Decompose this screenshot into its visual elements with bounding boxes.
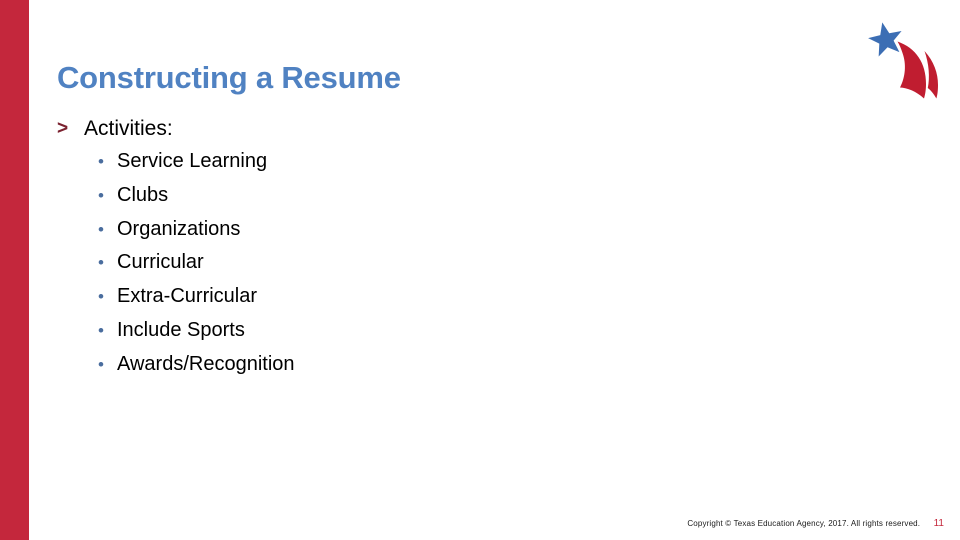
star-icon	[868, 22, 902, 57]
swoosh-outer	[897, 41, 926, 99]
activities-list: • Service Learning • Clubs • Organizatio…	[57, 145, 837, 382]
list-item-label: Curricular	[117, 251, 204, 274]
bullet-dot-icon: •	[98, 320, 104, 340]
list-item-label: Awards/Recognition	[117, 352, 295, 375]
list-item: • Curricular	[57, 246, 837, 280]
slide: Constructing a Resume > Activities: • Se…	[0, 0, 960, 540]
bullet-dot-icon: •	[98, 219, 104, 239]
bullet-dot-icon: •	[98, 152, 104, 171]
bullet-dot-icon: •	[98, 287, 104, 307]
swoosh-inner	[924, 51, 938, 99]
list-item-label: Extra-Curricular	[117, 285, 258, 308]
list-item: • Awards/Recognition	[57, 348, 837, 382]
chevron-right-icon: >	[57, 118, 69, 139]
slide-footer: Copyright © Texas Education Agency, 2017…	[0, 515, 960, 529]
list-item-label: Activities:	[84, 117, 173, 140]
list-item: • Organizations	[57, 213, 837, 247]
list-item-activities: > Activities:	[57, 112, 837, 145]
bullet-dot-icon: •	[98, 185, 104, 205]
bullet-dot-icon: •	[98, 354, 104, 374]
list-item: • Include Sports	[57, 314, 837, 348]
content-body: > Activities: • Service Learning • Clubs…	[57, 112, 837, 382]
list-item-label: Service Learning	[117, 150, 268, 172]
page-number: 11	[933, 518, 944, 530]
list-item-label: Clubs	[117, 183, 169, 206]
list-item-label: Include Sports	[117, 318, 245, 341]
list-item: • Extra-Curricular	[57, 280, 837, 314]
list-item: • Clubs	[57, 179, 837, 213]
texas-education-agency-logo	[856, 8, 952, 104]
bullet-dot-icon: •	[98, 253, 104, 273]
copyright-text: Copyright © Texas Education Agency, 2017…	[687, 519, 921, 529]
page-title: Constructing a Resume	[57, 60, 401, 95]
list-item-label: Organizations	[117, 217, 241, 240]
left-accent-bar	[0, 0, 29, 540]
list-item: • Service Learning	[57, 145, 837, 179]
